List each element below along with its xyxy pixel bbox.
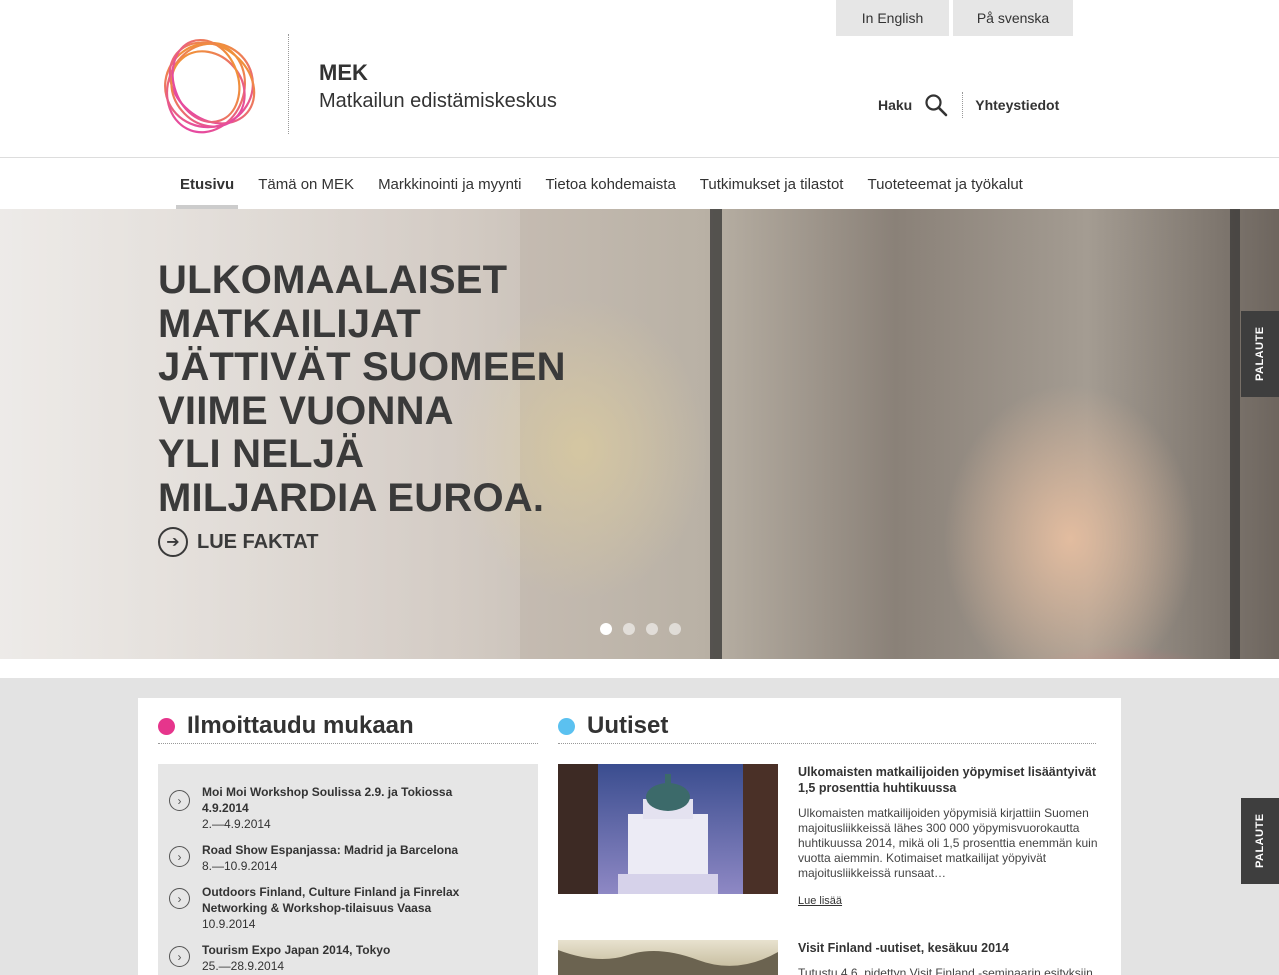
event-date: 25.—28.9.2014 xyxy=(202,959,285,973)
events-bullet-icon xyxy=(158,717,175,735)
list-item[interactable]: › Road Show Espanjassa: Madrid ja Barcel… xyxy=(169,842,482,874)
event-title: Moi Moi Workshop Soulissa 2.9. ja Tokios… xyxy=(202,785,453,815)
news-text: Visit Finland -uutiset, kesäkuu 2014 Tut… xyxy=(798,940,1098,975)
chevron-right-icon: › xyxy=(169,946,190,967)
main-navigation: Etusivu Tämä on MEK Markkinointi ja myyn… xyxy=(0,157,1279,209)
event-title: Road Show Espanjassa: Madrid ja Barcelon… xyxy=(202,843,459,857)
carousel-dot[interactable] xyxy=(600,623,612,635)
content-panel: Ilmoittaudu mukaan › Moi Moi Workshop So… xyxy=(138,698,1121,975)
feedback-tab[interactable]: PALAUTE xyxy=(1241,798,1279,884)
nav-item-marketing[interactable]: Markkinointi ja myynti xyxy=(366,158,533,209)
events-heading: Ilmoittaudu mukaan xyxy=(158,712,414,740)
news-bullet-icon xyxy=(558,717,575,735)
search-link[interactable]: Haku xyxy=(878,97,912,113)
chevron-right-icon: › xyxy=(169,846,190,867)
news-headline[interactable]: Ulkomaisten matkailijoiden yöpymiset lis… xyxy=(798,764,1098,796)
cathedral-photo[interactable] xyxy=(558,764,778,894)
list-item[interactable]: › Tourism Expo Japan 2014, Tokyo 25.—28.… xyxy=(169,942,482,974)
landscape-photo[interactable] xyxy=(558,940,778,975)
events-title: Ilmoittaudu mukaan xyxy=(187,712,414,739)
logo-divider xyxy=(288,34,289,134)
swedish-link[interactable]: På svenska xyxy=(953,0,1073,36)
chevron-right-icon: › xyxy=(169,888,190,909)
hero-headline-line: MILJARDIA EUROA. xyxy=(158,475,545,520)
news-headline[interactable]: Visit Finland -uutiset, kesäkuu 2014 xyxy=(798,940,1098,956)
nav-item-home[interactable]: Etusivu xyxy=(168,158,246,209)
hero-headline-line: YLI NELJÄ xyxy=(158,432,365,476)
hero-carousel: ULKOMAALAISET MATKAILIJAT JÄTTIVÄT SUOME… xyxy=(0,209,1279,659)
news-text: Ulkomaisten matkailijoiden yöpymiset lis… xyxy=(798,764,1098,907)
carousel-dot[interactable] xyxy=(669,623,681,635)
news-title: Uutiset xyxy=(587,712,669,739)
carousel-pagination xyxy=(600,623,681,635)
nav-item-research[interactable]: Tutkimukset ja tilastot xyxy=(688,158,856,209)
read-facts-link[interactable]: ➔ LUE FAKTAT xyxy=(158,527,318,557)
event-title: Outdoors Finland, Culture Finland ja Fin… xyxy=(202,885,460,915)
list-item[interactable]: › Outdoors Finland, Culture Finland ja F… xyxy=(169,884,482,932)
english-link[interactable]: In English xyxy=(836,0,949,36)
news-excerpt: Tutustu 4.6. pidettyn Visit Finland -sem… xyxy=(798,966,1093,975)
carousel-dot[interactable] xyxy=(646,623,658,635)
event-date: 10.9.2014 xyxy=(202,917,256,931)
chevron-right-icon: › xyxy=(169,790,190,811)
event-title: Tourism Expo Japan 2014, Tokyo xyxy=(202,943,391,957)
news-heading-rule xyxy=(558,743,1096,744)
hero-image-window-frame xyxy=(710,209,722,659)
search-icon[interactable] xyxy=(924,93,948,117)
utility-divider xyxy=(962,92,964,118)
hero-headline: ULKOMAALAISET MATKAILIJAT JÄTTIVÄT SUOME… xyxy=(158,258,566,520)
list-item[interactable]: › Moi Moi Workshop Soulissa 2.9. ja Toki… xyxy=(169,784,482,832)
news-excerpt: Ulkomaisten matkailijoiden yöpymisiä kir… xyxy=(798,806,1098,880)
hero-image-window-frame xyxy=(1230,209,1240,659)
news-heading: Uutiset xyxy=(558,712,668,740)
hero-headline-line: ULKOMAALAISET xyxy=(158,258,508,302)
hero-headline-line: JÄTTIVÄT SUOMEEN xyxy=(158,345,566,389)
events-heading-rule xyxy=(158,743,538,744)
nav-item-products[interactable]: Tuoteteemat ja työkalut xyxy=(855,158,1034,209)
nav-item-markets[interactable]: Tietoa kohdemaista xyxy=(533,158,687,209)
event-date: 2.—4.9.2014 xyxy=(202,817,271,831)
arrow-right-icon: ➔ xyxy=(158,527,188,557)
mek-logo[interactable] xyxy=(156,33,262,137)
event-date: 8.—10.9.2014 xyxy=(202,859,278,873)
language-switcher: In English På svenska xyxy=(836,0,1073,36)
brand-abbreviation: MEK xyxy=(319,60,368,85)
utility-bar: Haku Yhteystiedot xyxy=(878,92,1059,118)
brand-name: Matkailun edistämiskeskus xyxy=(319,90,557,112)
contact-link[interactable]: Yhteystiedot xyxy=(975,97,1059,113)
read-facts-label: LUE FAKTAT xyxy=(197,530,319,553)
read-more-link[interactable]: Lue lisää xyxy=(798,895,1098,907)
feedback-tab[interactable]: PALAUTE xyxy=(1241,311,1279,397)
nav-item-about[interactable]: Tämä on MEK xyxy=(246,158,366,209)
hero-headline-line: MATKAILIJAT xyxy=(158,301,421,346)
hero-headline-line: VIIME VUONNA xyxy=(158,388,454,433)
events-list: › Moi Moi Workshop Soulissa 2.9. ja Toki… xyxy=(158,764,538,975)
carousel-dot[interactable] xyxy=(623,623,635,635)
